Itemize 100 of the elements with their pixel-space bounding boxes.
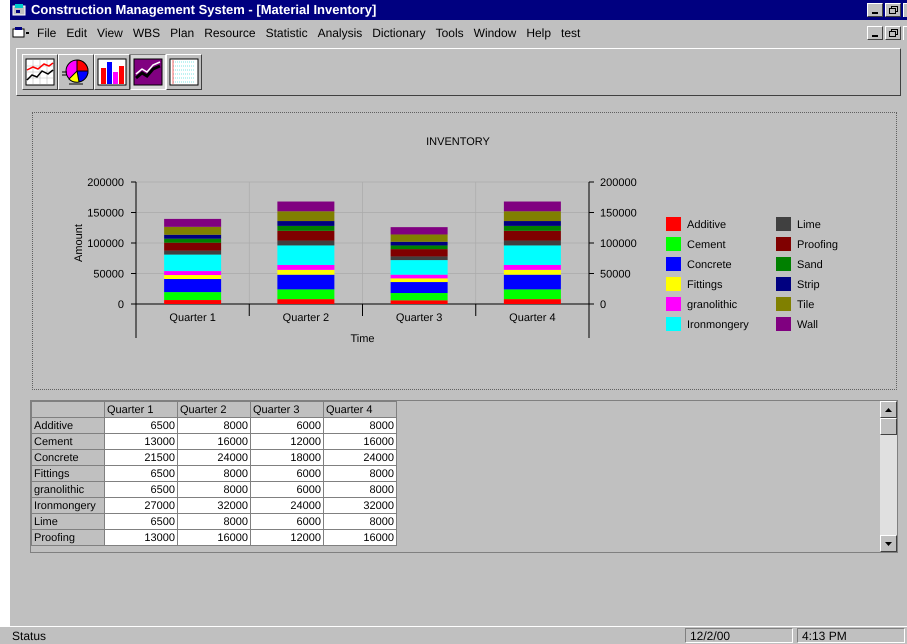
table-cell: 6000 (250, 514, 324, 530)
table-cell: 32000 (178, 498, 250, 514)
line-chart-icon (25, 58, 55, 86)
y-tick-label: 100000 (87, 238, 124, 250)
legend-label: Lime (797, 219, 821, 231)
table-cell: 13000 (104, 434, 178, 450)
legend-label: Wall (797, 319, 818, 331)
legend-label: Proofing (797, 239, 838, 251)
table-cell: 8000 (324, 466, 396, 482)
scroll-thumb[interactable] (880, 418, 897, 435)
y-tick-label: 150000 (600, 208, 637, 220)
x-tick-label: Quarter 4 (509, 312, 556, 324)
menu-item[interactable]: Help (521, 24, 556, 42)
area-chart-icon (133, 58, 163, 86)
menu-item[interactable]: Analysis (312, 24, 368, 42)
row-header: granolithic (32, 482, 104, 498)
table-cell: 16000 (178, 530, 250, 546)
y-tick-label: 0 (118, 299, 124, 311)
x-tick-label: Quarter 2 (282, 312, 330, 324)
y-tick-label: 150000 (87, 208, 124, 220)
table-cell: 6500 (104, 482, 178, 498)
table-cell: 6000 (250, 418, 324, 434)
up-arrow-icon (885, 408, 892, 412)
menu-item[interactable]: WBS (128, 24, 166, 42)
table-cell: 8000 (178, 514, 250, 530)
table-cell: 8000 (178, 482, 250, 498)
grid-icon (169, 58, 199, 86)
table-cell: 24000 (178, 450, 250, 466)
status-text: Status (11, 628, 48, 644)
y-tick-label: 50000 (600, 268, 631, 280)
x-tick-label: Quarter 1 (169, 312, 216, 324)
row-header: Cement (32, 434, 104, 450)
bar-segment (277, 202, 334, 212)
restore-button[interactable] (885, 26, 901, 40)
restore-icon (888, 6, 898, 14)
legend-label: Strip (797, 279, 820, 291)
y-tick-label: 100000 (600, 238, 637, 250)
document-icon (12, 26, 32, 40)
table-cell: 6500 (104, 514, 178, 530)
menu-item[interactable]: Edit (61, 24, 92, 42)
scrollbar[interactable] (880, 401, 897, 552)
table-cell: 6000 (250, 466, 324, 482)
table-cell: 6500 (104, 466, 178, 482)
y-tick-label: 0 (600, 299, 606, 311)
legend-label: Additive (687, 219, 726, 231)
restore-icon (888, 29, 898, 37)
minimize-button[interactable] (867, 26, 883, 40)
row-header: Additive (32, 418, 104, 434)
table-cell: 16000 (324, 434, 396, 450)
table-cell: 24000 (250, 498, 324, 514)
row-header: Lime (32, 514, 104, 530)
toolbar-button[interactable] (130, 54, 166, 90)
restore-button[interactable] (885, 3, 901, 17)
table-cell: 21500 (104, 450, 178, 466)
minimize-button[interactable] (867, 3, 883, 17)
minimize-icon (872, 12, 878, 14)
legend-label: Tile (797, 299, 814, 311)
bar-chart-icon (97, 58, 127, 86)
menu-item[interactable]: Dictionary (367, 24, 431, 42)
table-cell: 6500 (104, 418, 178, 434)
menu-item[interactable]: Resource (199, 24, 261, 42)
table-cell: 12000 (250, 434, 324, 450)
down-arrow-icon (885, 542, 892, 546)
menu-item[interactable]: View (92, 24, 128, 42)
table-cell: 16000 (324, 530, 396, 546)
pie-chart-icon (61, 58, 91, 86)
bar-segment (504, 202, 561, 212)
chart-title: INVENTORY (426, 136, 490, 148)
menu-item[interactable]: Window (468, 24, 522, 42)
x-axis-title: Time (350, 333, 375, 345)
x-tick-label: Quarter 3 (396, 312, 442, 324)
legend-label: Fittings (687, 279, 722, 291)
column-header: Quarter 4 (324, 402, 396, 418)
row-header: Concrete (32, 450, 104, 466)
status-date: 12/2/00 (685, 628, 793, 643)
window-title: Construction Management System - [Material Inventory] (31, 1, 378, 20)
column-header: Quarter 2 (178, 402, 250, 418)
table-cell: 12000 (250, 530, 324, 546)
y-axis-title: Amount (73, 224, 85, 262)
menu-item[interactable]: Statistic (260, 24, 313, 42)
legend-label: Cement (687, 239, 726, 251)
y-tick-label: 200000 (600, 177, 637, 189)
menu-item[interactable]: test (556, 24, 586, 42)
minimize-icon (872, 35, 878, 37)
table-cell: 24000 (324, 450, 396, 466)
menu-item[interactable]: File (32, 24, 62, 42)
row-header: Proofing (32, 530, 104, 546)
column-header: Quarter 3 (250, 402, 324, 418)
legend-label: Ironmongery (687, 319, 749, 331)
legend-label: Concrete (687, 259, 732, 271)
table-cell: 16000 (178, 434, 250, 450)
table-cell: 8000 (178, 466, 250, 482)
column-header: Quarter 1 (104, 402, 178, 418)
menu-item[interactable]: Tools (430, 24, 469, 42)
row-header: Ironmongery (32, 498, 104, 514)
table-cell: 8000 (324, 514, 396, 530)
legend-label: granolithic (687, 299, 738, 311)
menu-item[interactable]: Plan (165, 24, 200, 42)
legend-label: Sand (797, 259, 823, 271)
table-cell: 27000 (104, 498, 178, 514)
